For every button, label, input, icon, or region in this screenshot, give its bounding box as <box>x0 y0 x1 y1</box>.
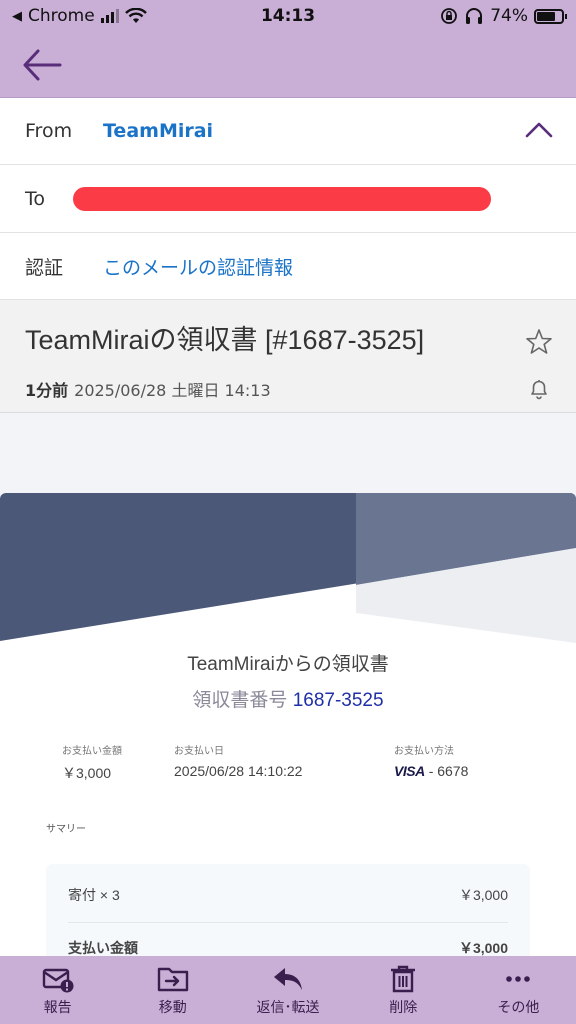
card-last4: - 6678 <box>428 763 469 779</box>
orientation-lock-icon <box>441 8 458 24</box>
wifi-icon <box>124 8 147 23</box>
battery-icon <box>534 8 567 24</box>
email-date: 1分前 2025/06/28 土曜日 14:13 <box>25 377 271 401</box>
from-row: From TeamMirai <box>0 98 576 165</box>
headphones-icon <box>466 8 483 24</box>
payment-date-value: 2025/06/28 14:10:22 <box>174 763 303 779</box>
bell-icon[interactable] <box>528 378 550 400</box>
from-label: From <box>25 120 73 142</box>
payment-date-field: お支払い日 2025/06/28 14:10:22 <box>174 742 302 779</box>
total-row: 支払い金額 ￥3,000 <box>68 938 508 956</box>
back-triangle-icon[interactable]: ◀ <box>12 9 22 24</box>
summary-box: 寄付 × 3 ￥3,000 支払い金額 ￥3,000 <box>46 864 530 956</box>
visa-logo: VISA <box>394 763 425 779</box>
redacted-recipient <box>73 186 491 211</box>
summary-heading: サマリー <box>46 824 86 835</box>
receipt-title: TeamMiraiからの領収書 <box>187 654 389 675</box>
bottom-toolbar: 報告 移動 返信･転送 削除 その他 <box>0 956 576 1024</box>
star-icon[interactable] <box>525 328 553 356</box>
receipt-number: 領収書番号 1687-3525 <box>0 685 576 712</box>
auth-row: 認証 このメールの認証情報 <box>0 233 576 300</box>
receipt-number-value: 1687-3525 <box>292 690 384 711</box>
payment-amount-label: お支払い金額 <box>62 746 122 757</box>
mail-header-bar <box>0 32 576 98</box>
report-button[interactable]: 報告 <box>0 956 115 1024</box>
to-row: To <box>0 165 576 233</box>
absolute-date: 2025/06/28 土曜日 14:13 <box>74 381 271 400</box>
cellular-signal-icon <box>100 9 119 23</box>
line-item-amount: ￥3,000 <box>458 887 508 903</box>
total-amount: ￥3,000 <box>458 940 508 956</box>
delete-button[interactable]: 削除 <box>346 956 461 1024</box>
more-label: その他 <box>497 1000 540 1016</box>
total-label: 支払い金額 <box>68 940 138 956</box>
payment-method-field: お支払い方法 VISA - 6678 <box>394 742 468 779</box>
reply-icon <box>274 968 302 990</box>
more-button[interactable]: その他 <box>461 956 576 1024</box>
email-subject: TeamMiraiの領収書 [#1687-3525] <box>25 325 425 355</box>
subject-area: TeamMiraiの領収書 [#1687-3525] 1分前 2025/06/28… <box>0 300 576 413</box>
move-button[interactable]: 移動 <box>115 956 230 1024</box>
relative-time: 1分前 <box>25 381 69 400</box>
line-item-row: 寄付 × 3 ￥3,000 <box>68 885 508 905</box>
chevron-up-icon[interactable] <box>524 120 554 140</box>
back-arrow-icon[interactable] <box>22 48 62 82</box>
receipt-card: TeamMiraiからの領収書 領収書番号 1687-3525 お支払い金額 ￥… <box>0 493 576 956</box>
payment-date-label: お支払い日 <box>174 746 224 757</box>
reply-forward-label: 返信･転送 <box>256 1000 320 1016</box>
payment-amount-field: お支払い金額 ￥3,000 <box>62 742 122 783</box>
auth-info-link[interactable]: このメールの認証情報 <box>103 253 293 280</box>
payment-amount-value: ￥3,000 <box>62 765 112 781</box>
move-folder-icon <box>157 967 188 992</box>
line-item-label: 寄付 × 3 <box>68 887 120 903</box>
payment-method-label: お支払い方法 <box>394 746 454 757</box>
summary-divider <box>68 922 508 923</box>
trash-icon <box>391 965 416 993</box>
battery-percent: 74% <box>490 6 528 26</box>
email-body: TeamMiraiからの領収書 領収書番号 1687-3525 お支払い金額 ￥… <box>0 413 576 956</box>
back-app-label[interactable]: Chrome <box>28 6 95 26</box>
receipt-number-label: 領収書番号 <box>192 690 288 711</box>
status-bar: ◀ Chrome 14:13 74% <box>0 0 576 32</box>
report-spam-icon <box>42 968 74 993</box>
sender-link[interactable]: TeamMirai <box>103 120 213 142</box>
auth-label: 認証 <box>25 256 64 279</box>
reply-forward-button[interactable]: 返信･転送 <box>230 956 345 1024</box>
report-label: 報告 <box>43 1000 72 1016</box>
more-dots-icon <box>506 976 531 982</box>
delete-label: 削除 <box>389 1000 418 1016</box>
receipt-header-graphic <box>0 493 576 643</box>
move-label: 移動 <box>158 1000 187 1016</box>
